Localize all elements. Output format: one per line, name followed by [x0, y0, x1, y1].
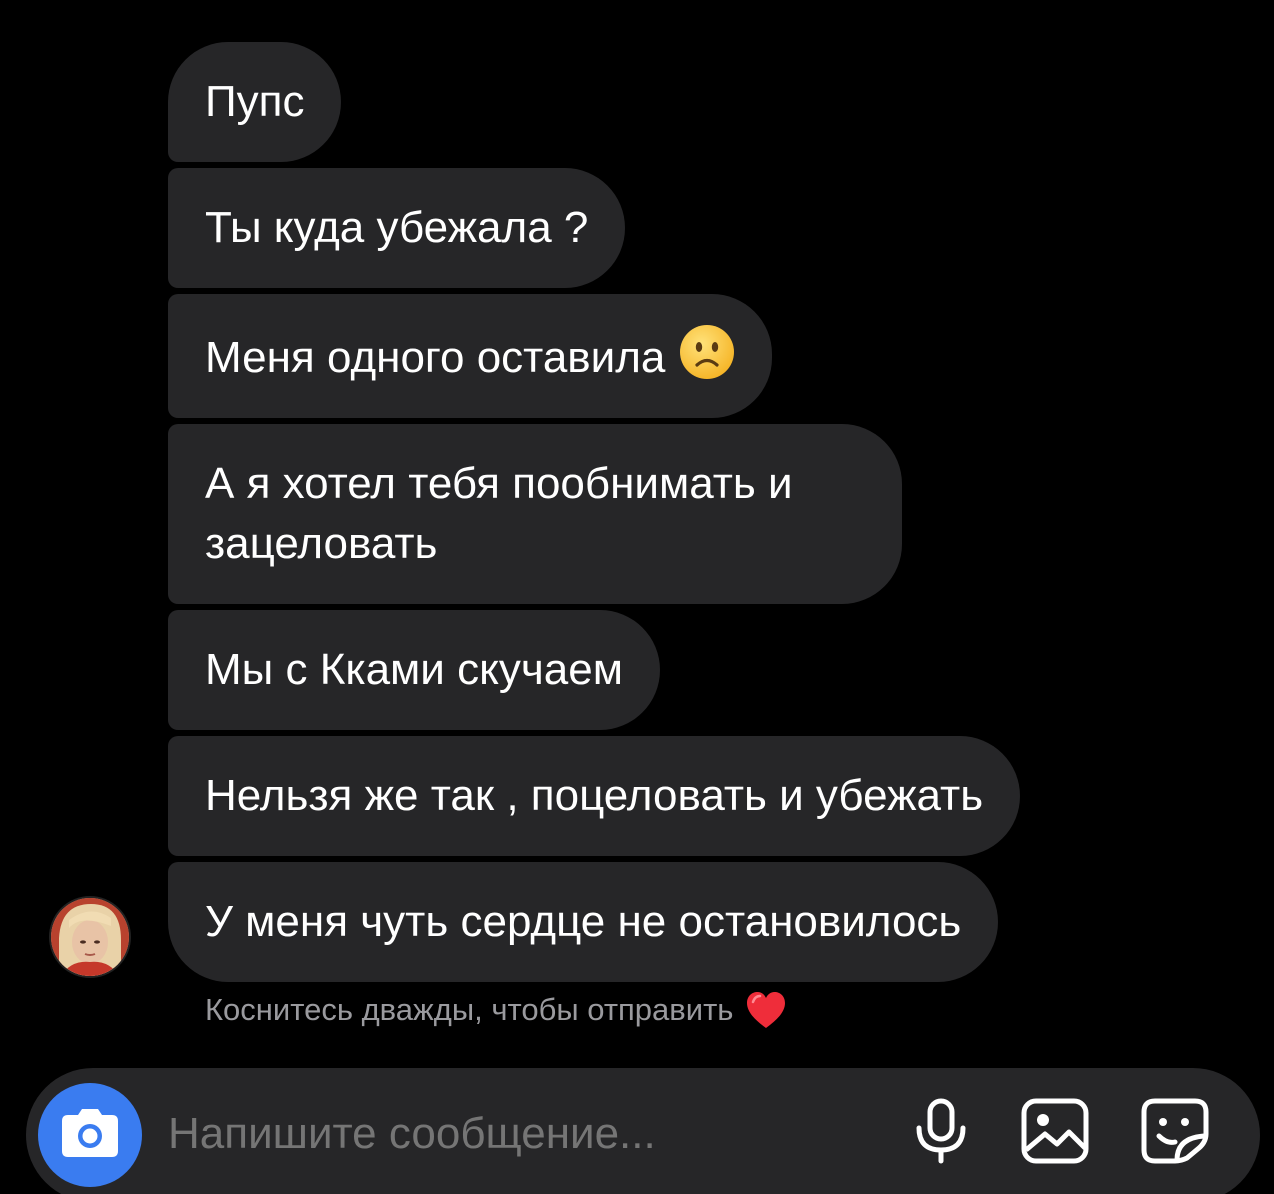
message-bubble[interactable]: Пупс: [168, 42, 342, 162]
chat-screen: Пупс Ты куда убежала ? Меня одного остав…: [0, 0, 1274, 1194]
camera-button[interactable]: [38, 1083, 142, 1187]
gallery-button[interactable]: [1020, 1098, 1090, 1168]
message-bubble[interactable]: А я хотел тебя пообнимать и зацеловать: [168, 424, 902, 604]
message-composer: [26, 1068, 1260, 1194]
sender-avatar[interactable]: [49, 896, 131, 978]
sticker-icon: [1141, 1098, 1209, 1169]
message-bubble[interactable]: Нельзя же так , поцеловать и убежать: [168, 736, 1021, 856]
sad-face-emoji-icon: [679, 324, 735, 380]
message-text: А я хотел тебя пообнимать и зацеловать: [205, 459, 793, 568]
camera-icon: [60, 1107, 120, 1164]
hint-text: Коснитесь дважды, чтобы отправить: [205, 992, 734, 1027]
message-text: Меня одного оставила: [205, 333, 666, 382]
microphone-button[interactable]: [906, 1098, 976, 1168]
message-bubble[interactable]: У меня чуть сердце не остановилось: [168, 862, 999, 982]
double-tap-hint: Коснитесь дважды, чтобы отправить: [205, 990, 787, 1030]
message-text: У меня чуть сердце не остановилось: [205, 897, 962, 946]
microphone-icon: [913, 1098, 969, 1169]
message-bubble[interactable]: Мы с Кками скучаем: [168, 610, 660, 730]
message-bubble[interactable]: Меня одного оставила: [168, 294, 773, 418]
red-heart-icon[interactable]: [745, 990, 787, 1030]
sticker-button[interactable]: [1140, 1098, 1210, 1168]
message-bubble[interactable]: Ты куда убежала ?: [168, 168, 626, 288]
message-input[interactable]: [168, 1104, 868, 1164]
message-text: Пупс: [205, 77, 305, 126]
message-text: Мы с Кками скучаем: [205, 645, 623, 694]
gallery-icon: [1021, 1098, 1089, 1169]
message-text: Ты куда убежала ?: [205, 203, 589, 252]
message-thread: Пупс Ты куда убежала ? Меня одного остав…: [168, 42, 1021, 982]
message-text: Нельзя же так , поцеловать и убежать: [205, 771, 984, 820]
